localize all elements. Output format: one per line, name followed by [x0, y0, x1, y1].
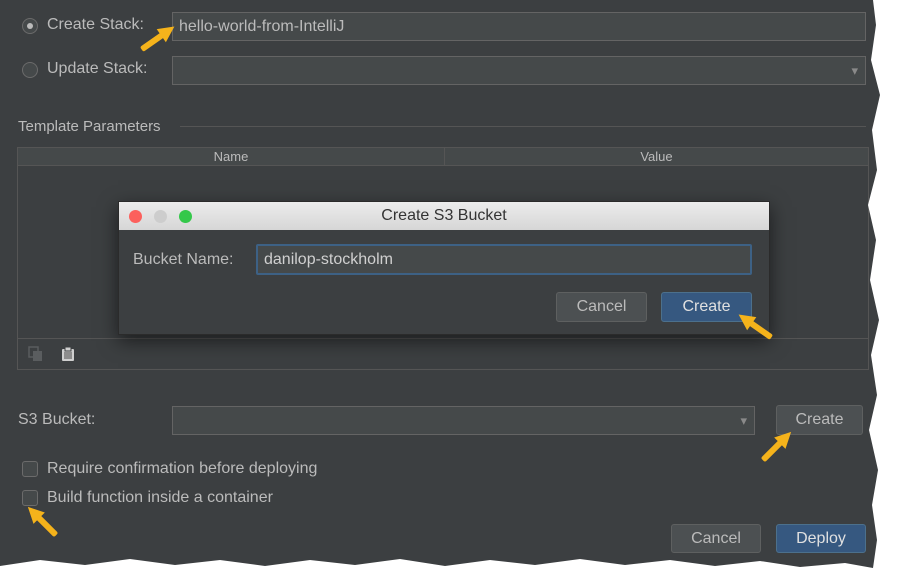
update-stack-label: Update Stack:	[47, 60, 148, 77]
create-stack-value: hello-world-from-IntelliJ	[179, 18, 345, 35]
minimize-icon[interactable]	[154, 210, 167, 223]
deploy-button[interactable]: Deploy	[776, 524, 866, 553]
create-stack-label: Create Stack:	[47, 16, 144, 33]
update-stack-radio[interactable]	[22, 62, 38, 78]
bucket-name-input[interactable]: danilop-stockholm	[256, 244, 752, 275]
cancel-button[interactable]: Cancel	[671, 524, 761, 553]
s3-bucket-label: S3 Bucket:	[18, 411, 96, 428]
column-header-value[interactable]: Value	[445, 148, 868, 165]
bucket-name-value: danilop-stockholm	[264, 251, 393, 268]
create-s3-bucket-dialog: Create S3 Bucket Bucket Name: danilop-st…	[118, 201, 770, 335]
annotation-arrow-icon	[22, 501, 62, 541]
maximize-icon[interactable]	[179, 210, 192, 223]
table-toolbar	[18, 338, 868, 369]
bucket-name-label: Bucket Name:	[133, 251, 234, 268]
dialog-titlebar: Create S3 Bucket	[119, 202, 769, 230]
section-divider	[180, 126, 866, 127]
create-stack-radio[interactable]	[22, 18, 38, 34]
dialog-title: Create S3 Bucket	[381, 207, 507, 224]
create-stack-input[interactable]: hello-world-from-IntelliJ	[172, 12, 866, 41]
require-confirmation-label: Require confirmation before deploying	[47, 460, 318, 477]
deploy-dialog-panel: Create Stack: hello-world-from-IntelliJ …	[0, 0, 880, 568]
copy-icon[interactable]	[28, 346, 44, 362]
s3-bucket-dropdown[interactable]	[172, 406, 755, 435]
update-stack-dropdown[interactable]	[172, 56, 866, 85]
clipboard-icon[interactable]	[60, 346, 76, 362]
build-container-label: Build function inside a container	[47, 489, 273, 506]
template-parameters-title: Template Parameters	[18, 118, 161, 135]
table-header: Name Value	[18, 148, 868, 166]
column-header-name[interactable]: Name	[18, 148, 445, 165]
require-confirmation-checkbox[interactable]	[22, 461, 38, 477]
dialog-cancel-button[interactable]: Cancel	[556, 292, 647, 322]
close-icon[interactable]	[129, 210, 142, 223]
